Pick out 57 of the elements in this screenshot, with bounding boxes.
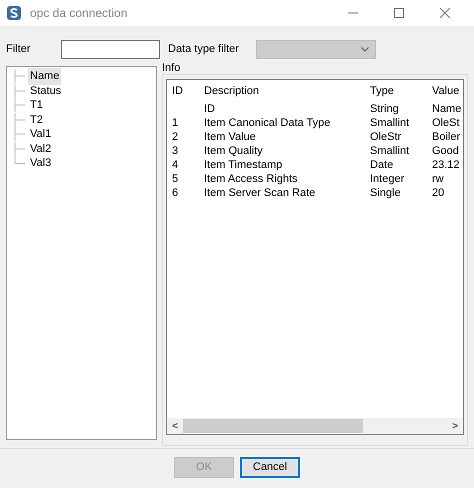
filter-field[interactable] [61,40,160,58]
maximize-icon[interactable] [394,8,404,18]
tree-line-icon [14,98,26,112]
table-cell-text: Smallint [370,116,410,131]
window-title: opc da connection [30,5,128,22]
table-cell-text: Boiler [432,130,462,145]
column-header[interactable]: ID [172,82,204,100]
table-cell-text: 5 [172,172,180,187]
table-cell-text: Item Quality [204,144,264,159]
column-header[interactable]: Description [204,82,370,100]
tree-line-icon [14,112,26,127]
chevron-down-icon [361,46,369,52]
table-cell-text: OleSt [432,116,461,131]
table-cell-text: Item Access Rights [204,172,299,187]
table-cell-text: Date [370,158,394,173]
tree-item[interactable]: Val3 [28,155,54,172]
table-cell-text: Name [432,102,462,117]
table-cell-text: Item Value [204,130,257,145]
tree-item[interactable]: T1 [28,97,45,114]
table-cell-text: ID [204,102,216,117]
filter-label: Filter [6,42,32,57]
table-cell-text: 23.12 [432,158,461,173]
table-cell-text: Item Server Scan Rate [204,186,316,201]
scroll-left-button[interactable]: < [167,418,183,434]
info-group-title: Info [162,62,182,74]
column-header[interactable]: Type [370,82,432,100]
scroll-right-button[interactable]: > [447,418,463,434]
horizontal-scrollbar[interactable]: < > [167,418,463,434]
table-cell-text: Integer [370,172,406,187]
table-cell-text: 1 [172,116,180,131]
tree-line-icon [14,84,26,98]
tree-line-icon [14,69,26,84]
table-cell-text: Item Canonical Data Type [204,116,332,131]
table-cell-text: String [370,102,400,117]
column-header[interactable]: Value [432,82,462,100]
tree-item[interactable]: Val2 [28,140,54,157]
table-cell-text: Single [370,186,402,201]
table-cell-text: Smallint [370,144,410,159]
tree-item[interactable]: Status [28,82,64,99]
table-cell-text: Item Timestamp [204,158,284,173]
table-cell-text: 4 [172,158,180,173]
tree-line-icon [14,127,26,142]
table-cell-text: 3 [172,144,180,159]
dialog-button[interactable]: Cancel [240,457,300,478]
tree-item[interactable]: Name [28,68,62,84]
data-type-filter-label: Data type filter [168,42,240,57]
table-cell-text: OleStr [370,130,402,145]
scrollbar-thumb[interactable] [183,419,363,433]
tree-item[interactable]: T2 [28,112,45,128]
table-cell-text: 6 [172,186,180,201]
table-cell-text: 2 [172,130,180,145]
app-logo-icon [6,5,22,21]
tree-item[interactable]: Val1 [28,126,54,142]
table-cell-text: Good [432,144,460,159]
table-cell-text: rw [432,172,445,187]
table-cell-text: 20 [432,186,446,201]
close-icon[interactable] [440,8,450,18]
